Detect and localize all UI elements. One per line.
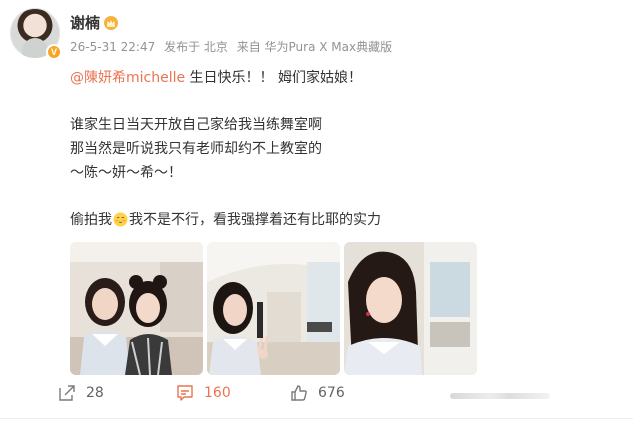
photo-grid xyxy=(70,242,477,375)
like-count: 676 xyxy=(318,385,345,401)
photo-2[interactable] xyxy=(207,242,340,375)
content-line-2: 谁家生日当天开放自己家给我当练舞室啊 xyxy=(70,117,322,133)
author-avatar[interactable]: V xyxy=(10,8,62,60)
photo-3[interactable] xyxy=(344,242,477,375)
content-line-5-a: 偷拍我 xyxy=(70,212,112,228)
weibo-post: V 谢楠 26-5-31 22:47 发布于 北京 来自 华为Pura X Ma… xyxy=(0,0,633,421)
content-line-3: 那当然是听说我只有老师却约不上教室的 xyxy=(70,141,322,157)
share-icon xyxy=(59,385,75,401)
post-content: @陳妍希michelle 生日快乐！！ 姆们家姑娘！ 谁家生日当天开放自己家给我… xyxy=(70,66,610,232)
share-button[interactable]: 28 xyxy=(58,384,104,402)
content-line-1-text: 生日快乐！！ 姆们家姑娘！ xyxy=(185,70,363,86)
post-source: 来自 华为Pura X Max典藏版 xyxy=(236,40,393,54)
content-line-5: 偷拍我 我不是不行，看我强撑着还有比耶的实力 xyxy=(70,208,610,232)
divider xyxy=(0,418,633,419)
shy-face-emoji-icon xyxy=(113,212,128,227)
action-bar: 28 160 676 xyxy=(0,380,633,410)
author-name[interactable]: 谢楠 xyxy=(70,12,100,33)
content-line-5-b: 我不是不行，看我强撑着还有比耶的实力 xyxy=(129,212,381,228)
post-location: 发布于 北京 xyxy=(164,40,228,54)
blurred-area xyxy=(450,393,550,399)
share-count: 28 xyxy=(86,385,104,401)
content-line-4: ～陈～妍～希～！ xyxy=(70,165,182,181)
comment-button[interactable]: 160 xyxy=(176,384,231,402)
post-time[interactable]: 26-5-31 22:47 xyxy=(70,40,155,54)
photo-1[interactable] xyxy=(70,242,203,375)
mention-link[interactable]: @陳妍希michelle xyxy=(70,70,185,86)
content-line-1: @陳妍希michelle 生日快乐！！ 姆们家姑娘！ xyxy=(70,66,610,90)
comment-count: 160 xyxy=(204,385,231,401)
thumbs-up-icon xyxy=(291,385,307,401)
comment-icon xyxy=(177,385,193,401)
verified-icon: V xyxy=(46,44,62,60)
crown-icon xyxy=(104,15,119,30)
like-button[interactable]: 676 xyxy=(290,384,345,402)
author-name-row: 谢楠 xyxy=(70,12,119,33)
post-meta: 26-5-31 22:47 发布于 北京 来自 华为Pura X Max典藏版 xyxy=(70,38,397,55)
